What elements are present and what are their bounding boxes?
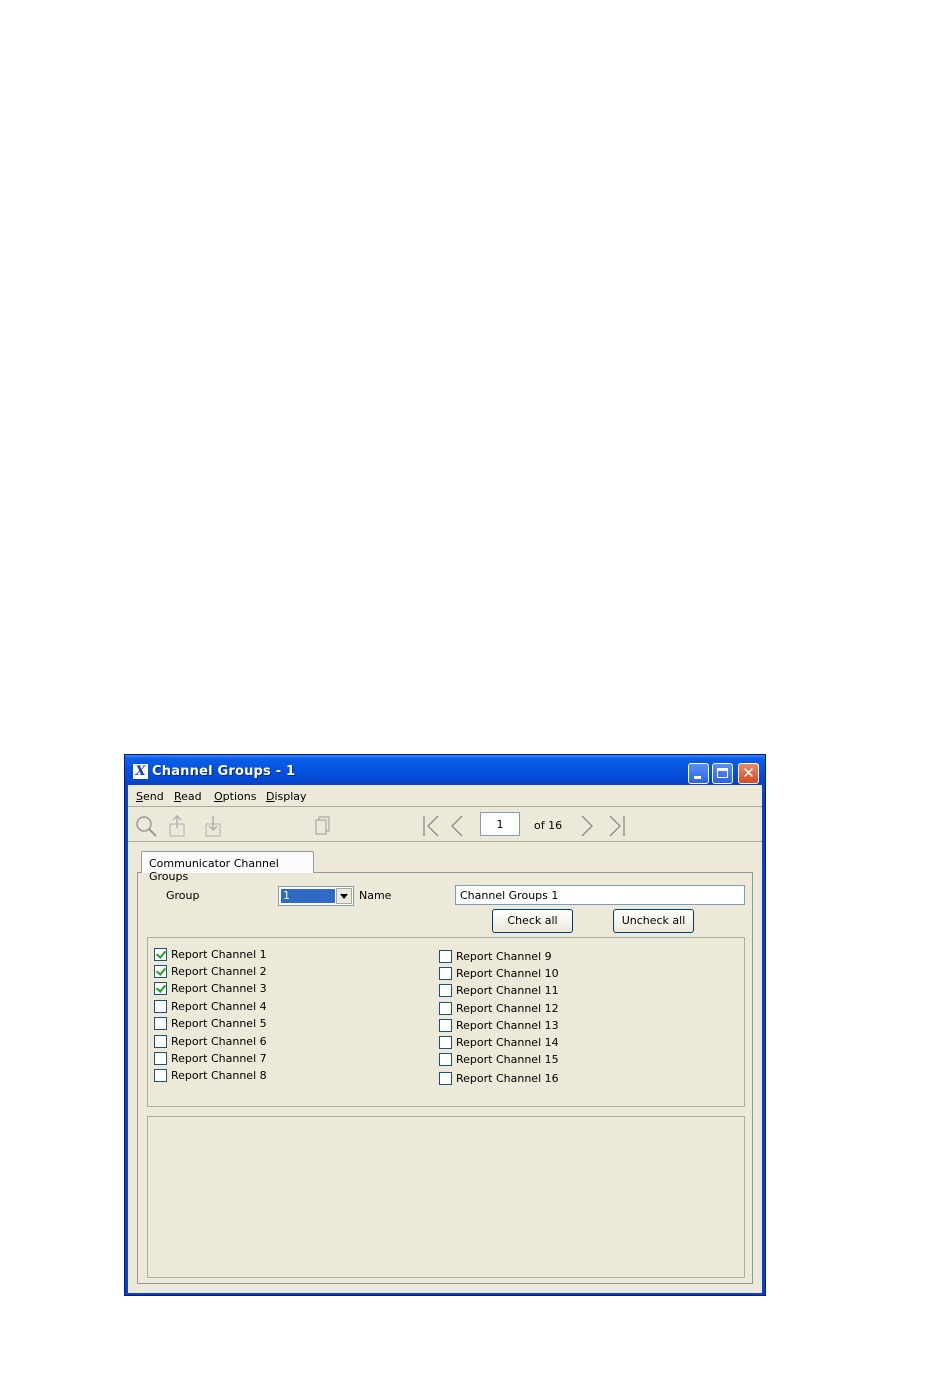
menu-send[interactable]: Send	[136, 790, 164, 803]
minimize-button[interactable]	[688, 763, 709, 784]
window-title: Channel Groups - 1	[152, 764, 296, 779]
channel-checkbox[interactable]	[154, 982, 167, 995]
close-button[interactable]: ✕	[738, 763, 759, 784]
app-icon: X	[133, 764, 148, 779]
maximize-button[interactable]	[712, 763, 733, 784]
channel-checkbox-label: Report Channel 12	[456, 1002, 559, 1015]
menu-display[interactable]: Display	[266, 790, 307, 803]
page-count-label: of 16	[534, 819, 563, 832]
channel-checkbox-label: Report Channel 3	[171, 982, 267, 995]
channel-checkbox-label: Report Channel 11	[456, 984, 559, 997]
minimize-icon	[694, 776, 701, 779]
maximize-icon	[717, 768, 728, 778]
check-all-button[interactable]: Check all	[492, 909, 573, 933]
channel-checkbox[interactable]	[439, 1053, 452, 1066]
name-label: Name	[359, 889, 392, 902]
channel-checkbox-label: Report Channel 7	[171, 1052, 267, 1065]
channel-checkbox[interactable]	[154, 948, 167, 961]
channel-checkbox[interactable]	[439, 984, 452, 997]
channel-checkbox-label: Report Channel 4	[171, 1000, 267, 1013]
menu-read[interactable]: Read	[174, 790, 202, 803]
first-page-icon[interactable]	[420, 814, 444, 838]
channel-checkbox-label: Report Channel 2	[171, 965, 267, 978]
channel-checkbox-label: Report Channel 6	[171, 1035, 267, 1048]
channel-checkbox-label: Report Channel 5	[171, 1017, 267, 1030]
uncheck-all-button[interactable]: Uncheck all	[613, 909, 694, 933]
channel-checkbox[interactable]	[154, 1035, 167, 1048]
channel-checkbox-group: Report Channel 1 Report Channel 2 Report C…	[147, 937, 745, 1107]
channel-checkbox-label: Report Channel 1	[171, 948, 267, 961]
empty-panel	[147, 1116, 745, 1278]
channel-checkbox-label: Report Channel 10	[456, 967, 559, 980]
channel-checkbox[interactable]	[154, 1017, 167, 1030]
toolbar: of 16	[128, 808, 762, 842]
channel-checkbox[interactable]	[439, 1002, 452, 1015]
channel-checkbox[interactable]	[439, 1019, 452, 1032]
group-label: Group	[166, 889, 200, 902]
copy-icon[interactable]	[311, 814, 335, 838]
channel-checkbox[interactable]	[439, 967, 452, 980]
tab-communicator-channel-groups[interactable]: Communicator Channel Groups	[141, 851, 314, 883]
channel-checkbox[interactable]	[439, 950, 452, 963]
previous-page-icon[interactable]	[446, 814, 470, 838]
channel-checkbox[interactable]	[439, 1072, 452, 1085]
name-input[interactable]	[455, 885, 745, 905]
channel-checkbox-label: Report Channel 9	[456, 950, 552, 963]
chevron-down-icon[interactable]	[336, 888, 352, 904]
client-area: Send Read Options Display 1 of 16 Commun…	[128, 785, 762, 1293]
menu-options[interactable]: Options	[214, 790, 256, 803]
channel-checkbox[interactable]	[439, 1036, 452, 1049]
group-select[interactable]: 1	[278, 886, 354, 906]
upload-icon[interactable]	[166, 814, 190, 838]
channel-checkbox[interactable]	[154, 965, 167, 978]
tab-label: Communicator Channel Groups	[149, 857, 279, 883]
menu-bar: Send Read Options Display	[128, 785, 762, 807]
download-icon[interactable]	[202, 814, 226, 838]
last-page-icon[interactable]	[604, 814, 628, 838]
channel-groups-window: X Channel Groups - 1 ✕ Send Read Options…	[124, 754, 766, 1296]
channel-checkbox-label: Report Channel 8	[171, 1069, 267, 1082]
channel-checkbox[interactable]	[154, 1000, 167, 1013]
channel-checkbox-label: Report Channel 15	[456, 1053, 559, 1066]
page-number-input[interactable]	[480, 812, 520, 836]
next-page-icon[interactable]	[574, 814, 598, 838]
channel-checkbox-label: Report Channel 14	[456, 1036, 559, 1049]
close-icon: ✕	[742, 764, 755, 782]
channel-checkbox[interactable]	[154, 1052, 167, 1065]
channel-checkbox[interactable]	[154, 1069, 167, 1082]
channel-checkbox-label: Report Channel 13	[456, 1019, 559, 1032]
channel-checkbox-label: Report Channel 16	[456, 1072, 559, 1085]
group-select-value: 1	[281, 889, 335, 903]
title-bar[interactable]: X Channel Groups - 1 ✕	[125, 755, 765, 785]
tab-panel: Group 1 Name Check all Uncheck all Repor…	[137, 872, 753, 1284]
search-icon[interactable]	[134, 814, 158, 838]
